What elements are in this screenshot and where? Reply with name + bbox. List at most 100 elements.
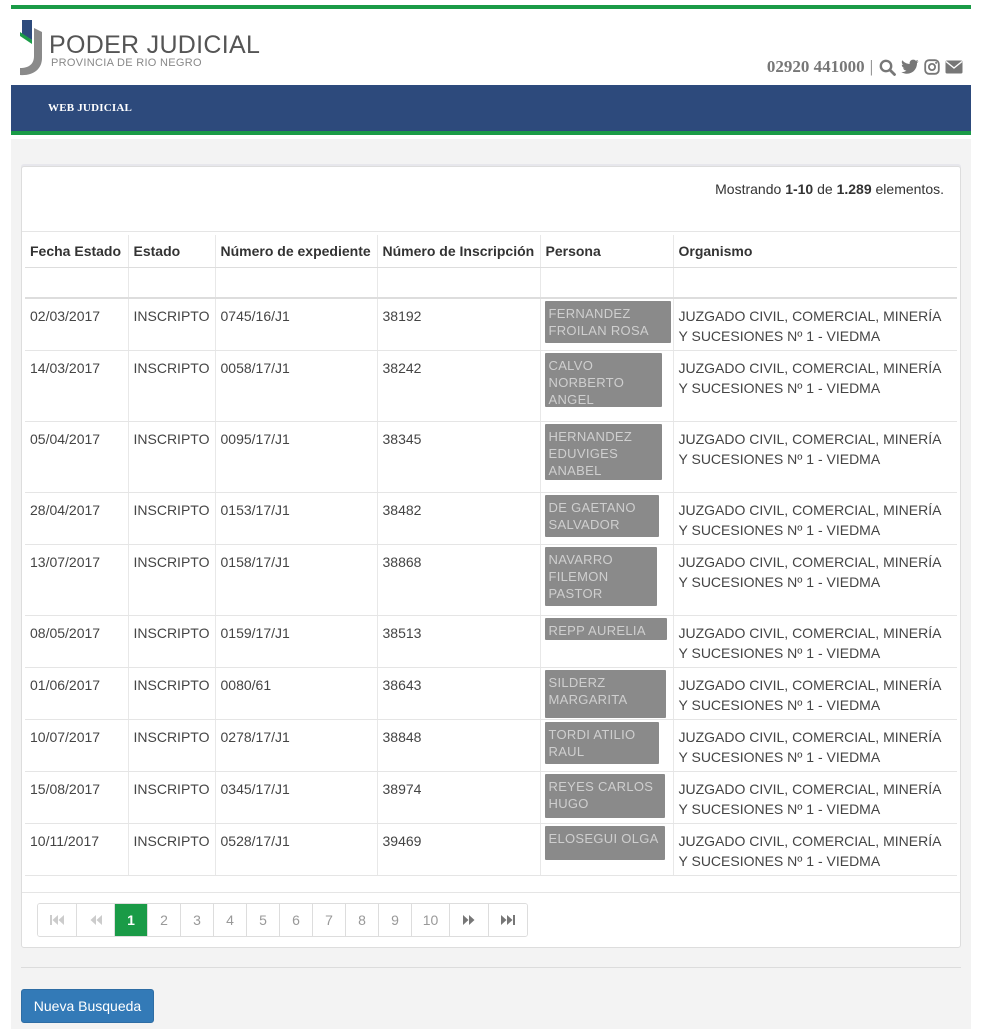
cell-fecha: 02/03/2017 — [25, 298, 128, 351]
search-icon[interactable] — [878, 58, 897, 77]
cell-fecha: 28/04/2017 — [25, 492, 128, 545]
redacted-person-name: HERNANDEZ EDUVIGES ANABEL — [544, 424, 662, 480]
results-summary: Mostrando 1-10 de 1.289 elementos. — [715, 181, 944, 197]
column-header-inscripcion[interactable]: Número de Inscripción — [376, 235, 540, 268]
last-page-icon — [501, 915, 515, 925]
results-table: Fecha Estado Estado Número de expediente… — [25, 235, 957, 876]
cell-organismo: JUZGADO CIVIL, COMERCIAL, MINERÍA Y SUCE… — [672, 544, 957, 616]
page-button-6[interactable]: 6 — [279, 904, 312, 936]
cell-organismo: JUZGADO CIVIL, COMERCIAL, MINERÍA Y SUCE… — [672, 823, 957, 876]
cell-expediente: 0058/17/J1 — [214, 350, 377, 422]
nav-web-judicial[interactable]: WEB JUDICIAL — [48, 102, 132, 114]
cell-expediente: 0095/17/J1 — [214, 421, 377, 493]
cell-expediente: 0158/17/J1 — [214, 544, 377, 616]
page-button-4[interactable]: 4 — [213, 904, 246, 936]
column-header-estado[interactable]: Estado — [127, 235, 215, 268]
new-search-button[interactable]: Nueva Busqueda — [21, 989, 154, 1023]
table-row: 15/08/2017 INSCRIPTO 0345/17/J1 38974 REYES … — [25, 771, 957, 824]
column-header-persona[interactable]: Persona — [539, 235, 673, 268]
redacted-person-name: DE GAETANO SALVADOR — [544, 495, 659, 537]
cell-organismo: JUZGADO CIVIL, COMERCIAL, MINERÍA Y SUCE… — [672, 771, 957, 824]
cell-expediente: 0153/17/J1 — [214, 492, 377, 545]
cell-inscripcion: 38192 — [376, 298, 540, 351]
cell-expediente: 0745/16/J1 — [214, 298, 377, 351]
filter-cell[interactable] — [127, 267, 215, 299]
cell-organismo: JUZGADO CIVIL, COMERCIAL, MINERÍA Y SUCE… — [672, 421, 957, 493]
cell-fecha: 15/08/2017 — [25, 771, 128, 824]
redacted-person-name: ELOSEGUI OLGA — [544, 826, 665, 860]
page-list: 1 2 3 4 5 6 7 8 9 10 — [114, 904, 449, 936]
cell-expediente: 0345/17/J1 — [214, 771, 377, 824]
page-button-8[interactable]: 8 — [345, 904, 378, 936]
cell-estado: INSCRIPTO — [127, 298, 215, 351]
cell-estado: INSCRIPTO — [127, 421, 215, 493]
filter-row — [25, 267, 957, 299]
logo-title: PODER JUDICIAL — [49, 31, 261, 59]
cell-organismo: JUZGADO CIVIL, COMERCIAL, MINERÍA Y SUCE… — [672, 350, 957, 422]
cell-estado: INSCRIPTO — [127, 544, 215, 616]
redacted-person-name: CALVO NORBERTO ANGEL — [544, 353, 662, 407]
filter-cell[interactable] — [539, 267, 673, 299]
separator: | — [869, 57, 873, 76]
filter-cell[interactable] — [672, 267, 957, 299]
instagram-icon[interactable] — [922, 58, 941, 77]
page-button-10[interactable]: 10 — [411, 904, 449, 936]
redacted-person-name: TORDI ATILIO RAUL — [544, 722, 659, 764]
filter-cell[interactable] — [25, 267, 128, 299]
cell-expediente: 0159/17/J1 — [214, 615, 377, 668]
redacted-person-name: REYES CARLOS HUGO — [544, 774, 665, 818]
filter-cell[interactable] — [214, 267, 377, 299]
page-button-7[interactable]: 7 — [312, 904, 345, 936]
page-button-3[interactable]: 3 — [180, 904, 213, 936]
page-button-1[interactable]: 1 — [114, 904, 147, 936]
page-button-9[interactable]: 9 — [378, 904, 411, 936]
table-row: 13/07/2017 INSCRIPTO 0158/17/J1 38868 NAVARR… — [25, 544, 957, 616]
prev-page-button[interactable] — [76, 904, 114, 936]
redacted-person-name: SILDERZ MARGARITA — [544, 670, 666, 718]
divider — [22, 231, 960, 232]
contact-bar: 02920 441000 | — [767, 56, 963, 78]
cell-estado: INSCRIPTO — [127, 492, 215, 545]
cell-estado: INSCRIPTO — [127, 615, 215, 668]
top-accent-line — [11, 5, 971, 9]
cell-inscripcion: 38482 — [376, 492, 540, 545]
logo-subtitle: PROVINCIA DE RIO NEGRO — [51, 57, 202, 69]
twitter-icon[interactable] — [900, 58, 919, 77]
column-header-expediente[interactable]: Número de expediente — [214, 235, 377, 268]
cell-organismo: JUZGADO CIVIL, COMERCIAL, MINERÍA Y SUCE… — [672, 298, 957, 351]
cell-organismo: JUZGADO CIVIL, COMERCIAL, MINERÍA Y SUCE… — [672, 615, 957, 668]
cell-estado: INSCRIPTO — [127, 667, 215, 720]
first-page-icon — [50, 915, 64, 925]
cell-fecha: 08/05/2017 — [25, 615, 128, 668]
envelope-icon[interactable] — [944, 58, 963, 77]
logo-mark-icon — [20, 20, 42, 76]
column-header-fecha[interactable]: Fecha Estado — [25, 235, 128, 268]
main-navbar: WEB JUDICIAL — [11, 85, 971, 135]
table-row: 28/04/2017 INSCRIPTO 0153/17/J1 38482 DE GAE… — [25, 492, 957, 545]
cell-persona: HERNANDEZ EDUVIGES ANABEL — [539, 421, 673, 493]
first-page-button[interactable] — [38, 904, 76, 936]
table-row: 10/07/2017 INSCRIPTO 0278/17/J1 38848 TORDI … — [25, 719, 957, 772]
cell-persona: NAVARRO FILEMON PASTOR — [539, 544, 673, 616]
next-page-button[interactable] — [449, 904, 488, 936]
logo[interactable]: PODER JUDICIAL PROVINCIA DE RIO NEGRO — [18, 18, 261, 78]
cell-persona: CALVO NORBERTO ANGEL — [539, 350, 673, 422]
cell-estado: INSCRIPTO — [127, 823, 215, 876]
cell-fecha: 14/03/2017 — [25, 350, 128, 422]
table-row: 14/03/2017 INSCRIPTO 0058/17/J1 38242 CALVO … — [25, 350, 957, 422]
divider — [21, 967, 961, 968]
results-panel: Mostrando 1-10 de 1.289 elementos. Fecha… — [21, 166, 961, 948]
cell-estado: INSCRIPTO — [127, 350, 215, 422]
cell-inscripcion: 38513 — [376, 615, 540, 668]
cell-inscripcion: 38974 — [376, 771, 540, 824]
cell-organismo: JUZGADO CIVIL, COMERCIAL, MINERÍA Y SUCE… — [672, 719, 957, 772]
redacted-person-name: NAVARRO FILEMON PASTOR — [544, 547, 657, 606]
cell-fecha: 10/07/2017 — [25, 719, 128, 772]
filter-cell[interactable] — [376, 267, 540, 299]
table-row: 05/04/2017 INSCRIPTO 0095/17/J1 38345 HERNAN… — [25, 421, 957, 493]
page-button-2[interactable]: 2 — [147, 904, 180, 936]
cell-persona: REPP AURELIA — [539, 615, 673, 668]
page-button-5[interactable]: 5 — [246, 904, 279, 936]
last-page-button[interactable] — [488, 904, 527, 936]
column-header-organismo[interactable]: Organismo — [672, 235, 957, 268]
